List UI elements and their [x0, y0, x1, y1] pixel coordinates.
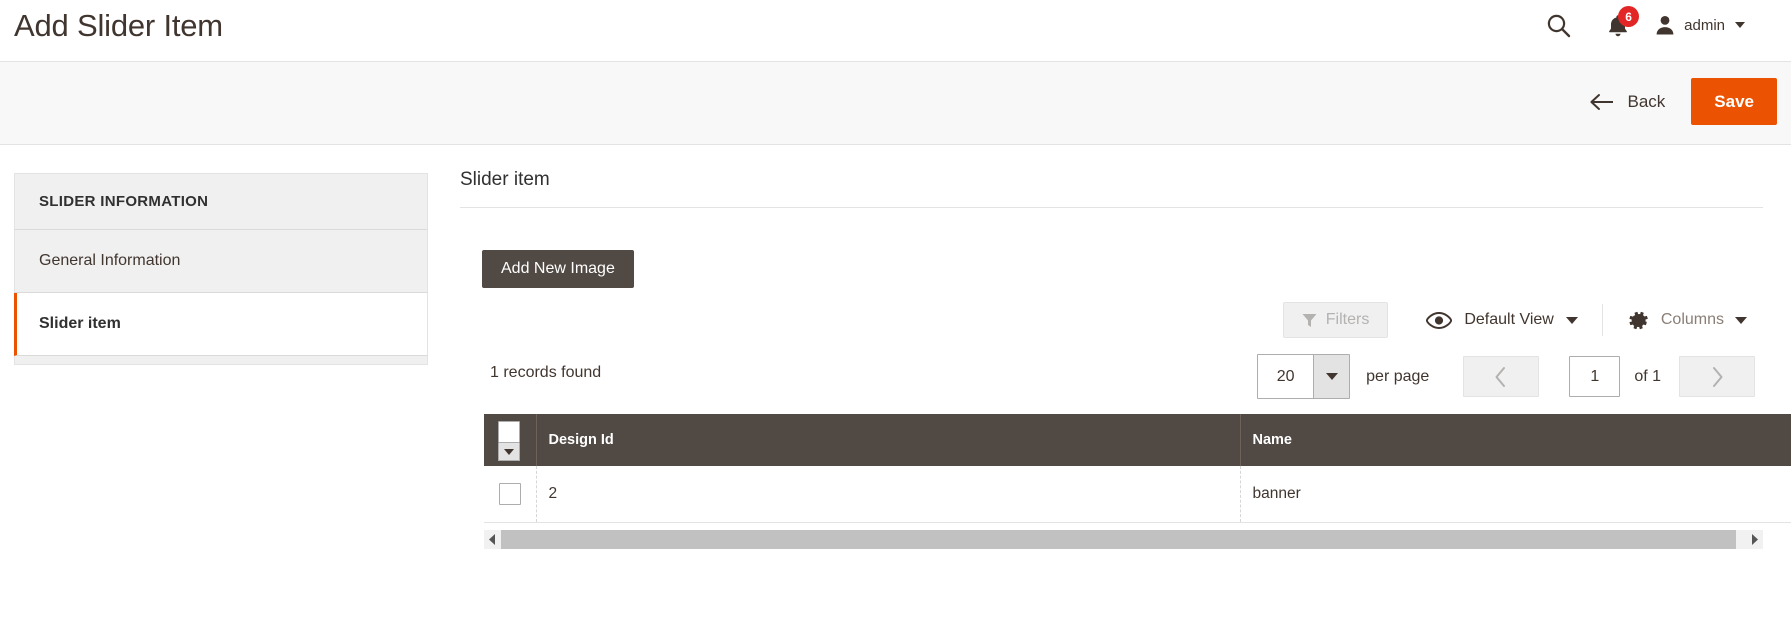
section-title: Slider item: [460, 145, 1763, 208]
column-header-label: Design Id: [548, 432, 614, 448]
page-body: SLIDER INFORMATION General Information S…: [0, 145, 1791, 629]
cell-design-id: 2: [536, 466, 1241, 523]
caret-down-icon: [504, 448, 514, 455]
main-panel: Slider item Add New Image Filters Defaul…: [460, 145, 1791, 549]
user-avatar-icon: [1656, 16, 1674, 35]
default-view-dropdown[interactable]: Default View: [1426, 304, 1603, 336]
table-head: Design Id Name Status ↓ Action: [484, 414, 1791, 466]
sidebar-item-label: General Information: [39, 252, 181, 269]
column-header-name[interactable]: Name: [1240, 414, 1791, 466]
grid-container: Add New Image Filters Default View Colum…: [460, 208, 1791, 549]
search-icon[interactable]: [1534, 8, 1582, 42]
per-page-label: per page: [1366, 367, 1430, 385]
arrow-left-icon: [1589, 93, 1613, 110]
next-page-button[interactable]: [1679, 356, 1755, 397]
records-found-label: 1 records found: [490, 364, 602, 381]
previous-page-button[interactable]: [1463, 356, 1540, 397]
add-new-image-button[interactable]: Add New Image: [482, 250, 634, 288]
horizontal-scrollbar[interactable]: [484, 529, 1763, 549]
table-row[interactable]: 2 banner Disabled Edit: [484, 466, 1791, 523]
columns-dropdown[interactable]: Columns: [1627, 309, 1747, 332]
page-number-input[interactable]: [1569, 356, 1621, 397]
eye-icon: [1426, 311, 1453, 329]
per-page-value: 20: [1276, 367, 1295, 385]
back-button[interactable]: Back: [1585, 84, 1670, 120]
gear-icon: [1629, 311, 1648, 329]
page-actions-group: Back Save: [1585, 78, 1777, 125]
page-title: Add Slider Item: [14, 8, 223, 43]
header-actions: 6 admin: [1534, 6, 1745, 42]
caret-down-icon: [1735, 316, 1747, 324]
caret-down-icon: [1325, 373, 1338, 380]
chevron-right-icon: [1713, 366, 1723, 387]
user-name: admin: [1684, 16, 1725, 34]
sidebar-item-label: Slider item: [39, 315, 121, 332]
per-page-select[interactable]: 20: [1257, 354, 1351, 399]
chevron-left-icon: [1495, 366, 1506, 387]
filters-button-label: Filters: [1325, 311, 1370, 328]
grid-toolbar-controls: Filters Default View Columns: [1282, 302, 1747, 338]
slider-information-sidebar: SLIDER INFORMATION General Information S…: [14, 173, 428, 365]
scroll-right-arrow-icon[interactable]: [1746, 529, 1763, 549]
sidebar-item-slider-item[interactable]: Slider item: [14, 293, 428, 356]
checkbox-select-all[interactable]: [498, 421, 520, 443]
row-checkbox[interactable]: [498, 482, 521, 505]
select-all-header-cell: [484, 414, 537, 466]
columns-label: Columns: [1660, 311, 1724, 328]
total-pages-label: of 1: [1634, 367, 1661, 385]
default-view-label: Default View: [1464, 311, 1554, 328]
grid-toolbar: Filters Default View Columns: [460, 302, 1763, 350]
data-grid-wrapper: Design Id Name Status ↓ Action: [484, 414, 1791, 523]
scrollbar-thumb[interactable]: [501, 529, 1737, 549]
filters-button[interactable]: Filters: [1282, 302, 1389, 338]
user-menu[interactable]: admin: [1654, 8, 1745, 42]
table-body: 2 banner Disabled Edit: [484, 466, 1791, 523]
sidebar-item-general-information[interactable]: General Information: [14, 230, 428, 293]
funnel-icon: [1302, 313, 1317, 327]
save-button[interactable]: Save: [1691, 78, 1777, 125]
grid-meta-row: 1 records found 20 per page 1 of 1: [460, 354, 1763, 406]
scroll-left-arrow-icon[interactable]: [484, 529, 501, 549]
notifications-badge: 6: [1618, 6, 1640, 27]
column-header-label: Name: [1252, 432, 1293, 448]
table-header-row: Design Id Name Status ↓ Action: [484, 414, 1791, 466]
cell-name: banner: [1240, 466, 1791, 523]
back-button-label: Back: [1627, 91, 1666, 111]
select-all-caret-icon[interactable]: [498, 443, 520, 461]
page-actions-bar: Back Save: [0, 62, 1791, 145]
column-header-design-id[interactable]: Design Id: [536, 414, 1241, 466]
page-header: Add Slider Item 6 admin: [0, 0, 1791, 62]
per-page-caret-icon[interactable]: [1313, 355, 1350, 398]
sidebar-title: SLIDER INFORMATION: [14, 173, 428, 230]
slider-items-table: Design Id Name Status ↓ Action: [484, 414, 1791, 523]
caret-down-icon: [1565, 316, 1578, 324]
sidebar-footer-strip: [14, 356, 428, 365]
notifications-button[interactable]: 6: [1582, 6, 1654, 42]
row-checkbox-cell: [484, 466, 537, 523]
grid-pager: 20 per page of 1: [1257, 354, 1755, 399]
caret-down-icon: [1735, 22, 1745, 28]
select-all-control[interactable]: [498, 421, 520, 461]
scrollbar-track[interactable]: [501, 529, 1746, 549]
